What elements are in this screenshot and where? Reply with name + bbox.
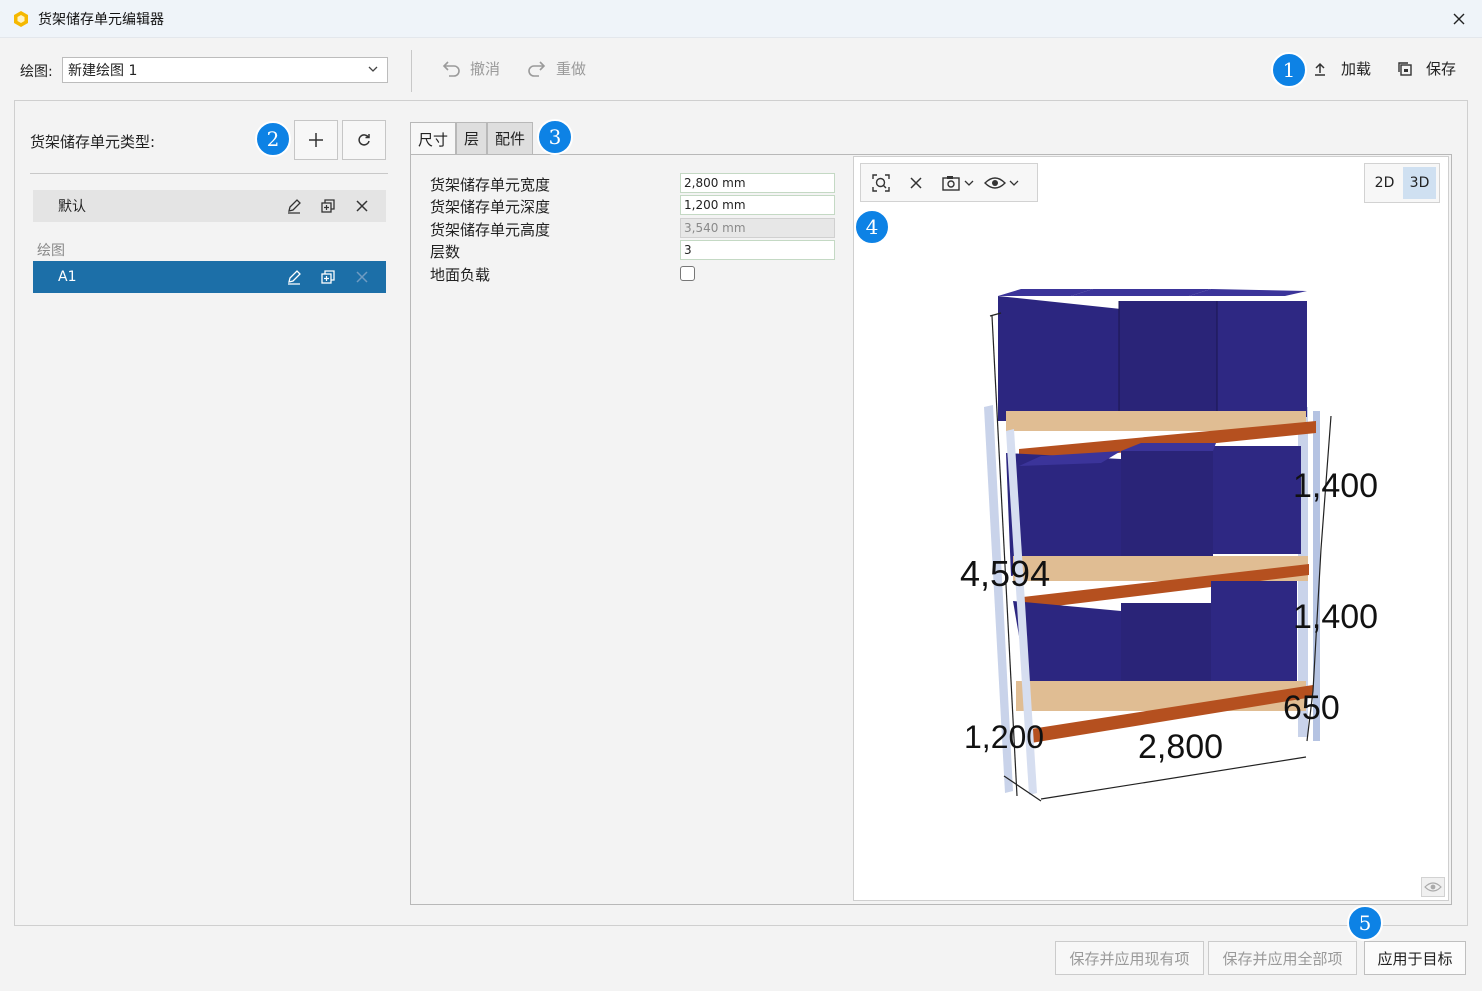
- duplicate-icon[interactable]: [318, 268, 338, 286]
- rack-3d-render: 4,594 1,400 1,400 650 1,200 2,800: [960, 289, 1378, 802]
- edit-icon[interactable]: [284, 268, 304, 286]
- chevron-down-icon: [368, 66, 378, 72]
- toolbar: 绘图: 新建绘图 1 撤消 重做 加载 保存: [0, 38, 1482, 100]
- plus-icon: [309, 133, 323, 147]
- top-level-boxes: [998, 289, 1307, 421]
- delete-icon: [352, 268, 372, 286]
- callout-badge-4: 4: [854, 209, 890, 245]
- drawing-label: 绘图:: [20, 64, 53, 80]
- drawing-select[interactable]: 新建绘图 1: [62, 57, 388, 83]
- refresh-button[interactable]: [342, 120, 386, 160]
- visibility-toggle[interactable]: [1421, 877, 1445, 897]
- undo-icon: [442, 60, 460, 77]
- drawing-select-value: 新建绘图 1: [68, 63, 138, 79]
- tab-bar: 尺寸 层 配件: [410, 122, 534, 155]
- save-copy-icon: [1398, 61, 1412, 76]
- dim-level-top: 1,400: [1293, 467, 1378, 505]
- left-divider: [30, 173, 388, 174]
- redo-button[interactable]: 重做: [526, 58, 586, 79]
- delete-icon[interactable]: [352, 197, 372, 215]
- dim-depth: 1,200: [964, 719, 1044, 755]
- height-label: 货架储存单元高度: [430, 221, 551, 239]
- add-type-button[interactable]: [294, 120, 338, 160]
- toolbar-divider: [411, 50, 412, 92]
- save-button[interactable]: 保存: [1396, 58, 1456, 79]
- close-icon: [1453, 13, 1465, 25]
- depth-field[interactable]: 1,200 mm: [680, 195, 835, 215]
- 3d-viewport[interactable]: 2D 3D 4,594 1,400 1,400 650 1,200 2,800: [853, 156, 1449, 901]
- dim-width: 2,800: [1138, 728, 1223, 766]
- close-window-button[interactable]: [1448, 8, 1470, 30]
- group-label-drawing: 绘图: [37, 243, 65, 259]
- depth-label: 货架储存单元深度: [430, 198, 551, 216]
- redo-label: 重做: [556, 60, 587, 78]
- width-label: 货架储存单元宽度: [430, 176, 551, 194]
- callout-badge-1: 1: [1271, 52, 1307, 88]
- window-title: 货架储存单元编辑器: [38, 11, 164, 28]
- edit-icon[interactable]: [284, 197, 304, 215]
- duplicate-icon[interactable]: [318, 197, 338, 215]
- levels-field[interactable]: 3: [680, 240, 835, 260]
- levels-label: 层数: [430, 243, 461, 261]
- save-apply-all-button[interactable]: 保存并应用全部项: [1208, 941, 1357, 975]
- callout-badge-5: 5: [1347, 905, 1383, 941]
- upload-icon: [1315, 62, 1325, 76]
- floor-load-label: 地面负载: [430, 266, 491, 284]
- save-apply-existing-button[interactable]: 保存并应用现有项: [1055, 941, 1204, 975]
- callout-badge-2: 2: [255, 121, 291, 157]
- undo-button[interactable]: 撤消: [440, 58, 500, 79]
- rack-unit-type-label: 货架储存单元类型:: [30, 133, 156, 151]
- app-logo-icon: [14, 10, 28, 27]
- title-bar: 货架储存单元编辑器: [0, 0, 1482, 38]
- floor-load-checkbox[interactable]: [680, 266, 695, 281]
- list-item-default[interactable]: 默认: [33, 190, 386, 222]
- undo-label: 撤消: [470, 60, 501, 78]
- list-item-label: A1: [58, 269, 77, 285]
- tab-accessories[interactable]: 配件: [487, 122, 534, 154]
- apply-to-target-button[interactable]: 应用于目标: [1364, 941, 1466, 975]
- width-field[interactable]: 2,800 mm: [680, 173, 835, 193]
- load-button[interactable]: 加载: [1311, 58, 1371, 79]
- redo-icon: [528, 60, 546, 77]
- eye-icon: [1424, 882, 1442, 892]
- refresh-icon: [358, 134, 370, 146]
- dim-level-mid: 1,400: [1293, 598, 1378, 636]
- tab-dimensions[interactable]: 尺寸: [410, 122, 457, 155]
- load-label: 加载: [1341, 60, 1372, 78]
- list-item-label: 默认: [58, 199, 86, 215]
- callout-badge-3: 3: [537, 119, 573, 155]
- height-field: 3,540 mm: [680, 218, 835, 238]
- dim-total-height: 4,594: [960, 553, 1050, 594]
- dim-level-bottom: 650: [1283, 689, 1340, 727]
- save-label: 保存: [1426, 60, 1457, 78]
- list-item-a1[interactable]: A1: [33, 261, 386, 293]
- tab-levels[interactable]: 层: [456, 122, 488, 154]
